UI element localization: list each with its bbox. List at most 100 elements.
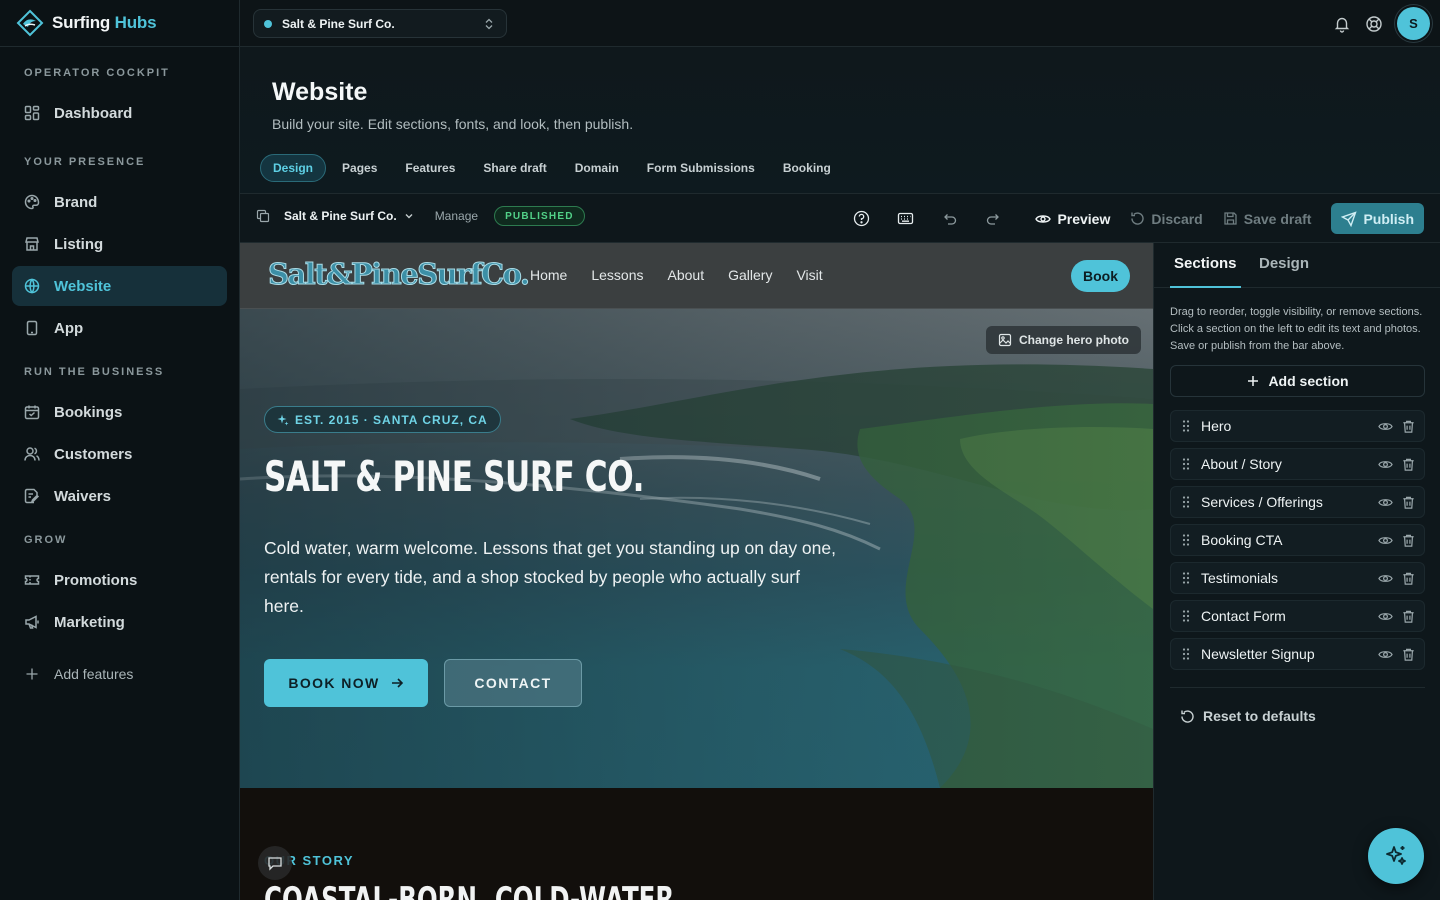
drag-handle-icon[interactable] <box>1181 419 1191 433</box>
section-row-hero[interactable]: Hero <box>1170 410 1425 442</box>
comment-button[interactable] <box>258 846 292 880</box>
trash-icon[interactable] <box>1401 495 1416 510</box>
preview-button[interactable]: Preview <box>1035 211 1110 227</box>
eye-icon[interactable] <box>1378 647 1393 662</box>
sidebar-item-website[interactable]: Website <box>12 266 227 306</box>
avatar[interactable]: S <box>1397 7 1430 40</box>
preview-hero-section[interactable]: Change hero photo EST. 2015 · SANTA CRUZ… <box>240 309 1153 788</box>
eye-icon[interactable] <box>1378 533 1393 548</box>
sidebar-item-label: Waivers <box>54 487 111 505</box>
section-row-services-offerings[interactable]: Services / Offerings <box>1170 486 1425 518</box>
redo-icon[interactable] <box>971 210 1015 227</box>
panel-divider <box>1170 687 1425 688</box>
site-preview-canvas[interactable]: Salt&PineSurfCo. Home Lessons About Gall… <box>240 243 1153 900</box>
section-row-testimonials[interactable]: Testimonials <box>1170 562 1425 594</box>
section-row-about-story[interactable]: About / Story <box>1170 448 1425 480</box>
preview-story-section[interactable]: OUR STORY COASTAL-BORN, COLD-WATER <box>240 788 1153 900</box>
trash-icon[interactable] <box>1401 457 1416 472</box>
hero-title[interactable]: SALT & PINE SURF CO. <box>264 452 644 501</box>
topbar: Salt & Pine Surf Co. S <box>240 0 1440 47</box>
story-title: COASTAL-BORN, COLD-WATER <box>264 880 675 900</box>
sidebar-item-customers[interactable]: Customers <box>12 434 227 474</box>
hero-book-now-label: BOOK NOW <box>288 675 380 691</box>
tab-form-submissions[interactable]: Form Submissions <box>635 154 767 182</box>
drag-handle-icon[interactable] <box>1181 533 1191 547</box>
sidebar-item-label: Dashboard <box>54 104 133 122</box>
publish-button[interactable]: Publish <box>1331 203 1424 234</box>
preview-nav-lessons[interactable]: Lessons <box>591 267 643 283</box>
drag-handle-icon[interactable] <box>1181 609 1191 623</box>
drag-handle-icon[interactable] <box>1181 457 1191 471</box>
site-selector[interactable]: Salt & Pine Surf Co. <box>278 209 421 223</box>
trash-icon[interactable] <box>1401 533 1416 548</box>
trash-icon[interactable] <box>1401 571 1416 586</box>
help-icon[interactable] <box>839 210 883 227</box>
drag-handle-icon[interactable] <box>1181 571 1191 585</box>
undo-icon[interactable] <box>927 210 971 227</box>
drag-handle-icon[interactable] <box>1181 647 1191 661</box>
nav-heading-run-the-business: RUN THE BUSINESS <box>24 366 165 378</box>
tab-design[interactable]: Design <box>260 154 327 182</box>
status-dot <box>264 19 272 28</box>
nav-heading-operator-cockpit: OPERATOR COCKPIT <box>24 67 170 79</box>
preview-book-button[interactable]: Book <box>1071 260 1130 292</box>
drag-handle-icon[interactable] <box>1181 495 1191 509</box>
eye-icon[interactable] <box>1378 571 1393 586</box>
hero-book-now-button[interactable]: BOOK NOW <box>264 659 428 707</box>
eye-icon[interactable] <box>1378 609 1393 624</box>
tab-features[interactable]: Features <box>393 154 467 182</box>
preview-nav-about[interactable]: About <box>668 267 705 283</box>
sidebar-item-waivers[interactable]: Waivers <box>12 476 227 516</box>
eye-icon[interactable] <box>1378 419 1393 434</box>
org-switcher[interactable]: Salt & Pine Surf Co. <box>253 9 507 38</box>
ai-assistant-button[interactable] <box>1368 828 1424 884</box>
trash-icon[interactable] <box>1401 647 1416 662</box>
hero-description[interactable]: Cold water, warm welcome. Lessons that g… <box>264 534 844 621</box>
preview-label: Preview <box>1057 210 1111 227</box>
reset-to-defaults-button[interactable]: Reset to defaults <box>1180 708 1316 724</box>
preview-nav-visit[interactable]: Visit <box>796 267 822 283</box>
document-sign-icon <box>24 488 40 504</box>
tab-booking[interactable]: Booking <box>771 154 843 182</box>
manage-link[interactable]: Manage <box>435 209 478 223</box>
hero-contact-button[interactable]: CONTACT <box>444 659 582 707</box>
publish-label: Publish <box>1363 210 1414 227</box>
hero-badge-label: EST. 2015 · SANTA CRUZ, CA <box>295 412 488 427</box>
trash-icon[interactable] <box>1401 419 1416 434</box>
panel-tab-sections[interactable]: Sections <box>1170 255 1241 288</box>
discard-button[interactable]: Discard <box>1130 211 1203 227</box>
help-lifebuoy-icon[interactable] <box>1365 15 1383 33</box>
sidebar-item-dashboard[interactable]: Dashboard <box>12 93 227 133</box>
sidebar-item-brand[interactable]: Brand <box>12 182 227 222</box>
add-features-link[interactable]: Add features <box>12 654 227 694</box>
tab-share-draft[interactable]: Share draft <box>471 154 558 182</box>
tab-pages[interactable]: Pages <box>330 154 389 182</box>
sidebar-item-listing[interactable]: Listing <box>12 224 227 264</box>
panel-tab-design[interactable]: Design <box>1259 255 1309 272</box>
keyboard-icon[interactable] <box>883 210 927 227</box>
change-hero-photo-button[interactable]: Change hero photo <box>986 326 1141 354</box>
section-row-booking-cta[interactable]: Booking CTA <box>1170 524 1425 556</box>
sidebar-item-marketing[interactable]: Marketing <box>12 602 227 642</box>
preview-nav-home[interactable]: Home <box>530 267 567 283</box>
section-row-newsletter-signup[interactable]: Newsletter Signup <box>1170 638 1425 670</box>
sidebar-item-label: App <box>54 319 84 337</box>
tab-domain[interactable]: Domain <box>563 154 631 182</box>
sidebar-item-label: Customers <box>54 445 133 463</box>
trash-icon[interactable] <box>1401 609 1416 624</box>
preview-nav-gallery[interactable]: Gallery <box>728 267 772 283</box>
eye-icon[interactable] <box>1378 495 1393 510</box>
add-section-button[interactable]: Add section <box>1170 365 1425 397</box>
section-row-contact-form[interactable]: Contact Form <box>1170 600 1425 632</box>
sidebar-item-bookings[interactable]: Bookings <box>12 392 227 432</box>
bell-icon[interactable] <box>1333 15 1351 33</box>
sidebar-item-app[interactable]: App <box>12 308 227 348</box>
save-draft-button[interactable]: Save draft <box>1223 210 1312 227</box>
sidebar-item-promotions[interactable]: Promotions <box>12 560 227 600</box>
save-draft-label: Save draft <box>1243 210 1312 227</box>
brand[interactable]: Surfing Hubs <box>0 0 239 47</box>
add-section-label: Add section <box>1268 373 1349 389</box>
copy-icon[interactable] <box>256 209 270 223</box>
eye-icon[interactable] <box>1378 457 1393 472</box>
preview-logo[interactable]: Salt&PineSurfCo. <box>267 257 530 292</box>
